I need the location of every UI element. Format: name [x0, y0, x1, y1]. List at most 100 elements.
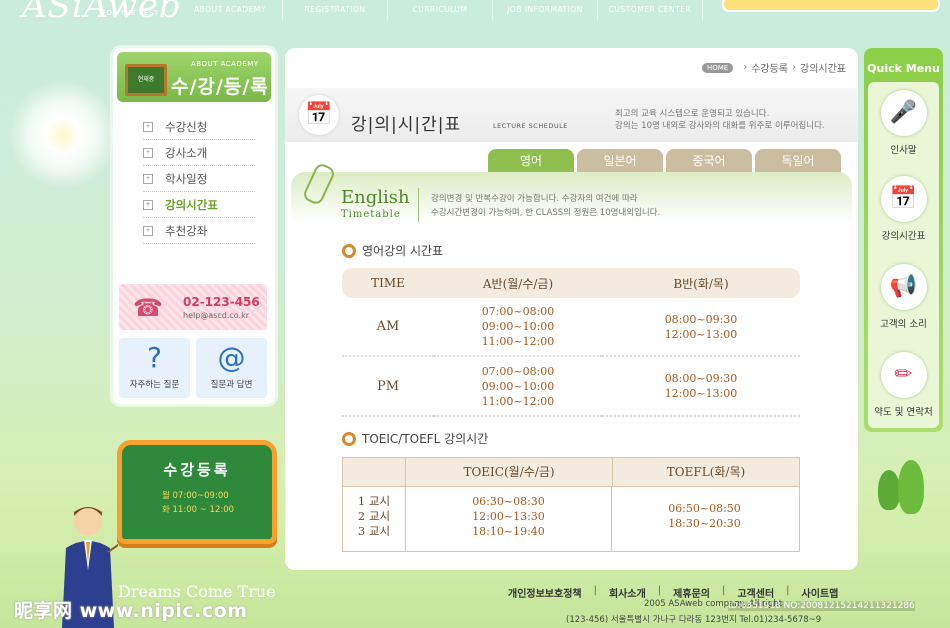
- column-header: TOEFL(화/목): [612, 458, 799, 487]
- tab-japanese[interactable]: 일본어: [577, 149, 663, 173]
- table-cell: 07:00~08:00 09:00~10:00 11:00~12:00: [434, 356, 602, 417]
- quick-item-label: 인사말: [890, 145, 917, 156]
- faq-button[interactable]: ? 자주하는 질문: [119, 338, 190, 398]
- tab-german[interactable]: 독일어: [755, 149, 841, 173]
- logo-tagline: FOR THE BEST: [102, 9, 159, 17]
- sidebar-eng-label: ABOUT ACADEMY: [191, 60, 259, 68]
- calendar-icon: 📅: [880, 176, 927, 222]
- table-header-row: TOEIC(월/수/금) TOEFL(화/목): [343, 458, 799, 487]
- page-subtitle: LECTURE SCHEDULE: [493, 122, 568, 130]
- sidebar-item-course-apply[interactable]: + 수강신청: [143, 114, 255, 140]
- bullet-icon: +: [143, 225, 153, 236]
- address: (123-456) 서울특별시 가나구 다라동 123번지 Tel.01)234…: [566, 615, 822, 625]
- sidebar-item-label: 수강신청: [165, 119, 208, 134]
- quick-item-label: 고객의 소리: [880, 319, 927, 330]
- page-title: 강|의|시|간|표: [351, 115, 462, 135]
- tab-chinese[interactable]: 중국어: [666, 149, 752, 173]
- time-slot: 07:00~08:00: [481, 364, 555, 378]
- schedule2-heading: TOEIC/TOEFL 강의시간: [342, 430, 488, 447]
- contact-email[interactable]: help@ascd.co.kr: [183, 311, 249, 320]
- breadcrumb-home[interactable]: HOME: [701, 62, 734, 73]
- table-row: AM 07:00~08:00 09:00~10:00 11:00~12:00 0…: [342, 298, 800, 357]
- sidebar-item-instructors[interactable]: + 강사소개: [143, 140, 255, 166]
- sidebar-header: 현재중 ABOUT ACADEMY 수/강/등/록: [117, 52, 271, 102]
- phone-number: 02-123-456: [183, 295, 260, 309]
- nav-about-academy[interactable]: ABOUT ACADEMY: [178, 0, 283, 20]
- chalkboard-title: 수강등록: [163, 461, 231, 479]
- note-line: 강의변경 및 반복수강이 가능합니다. 수강자의 여건에 따라: [431, 194, 638, 204]
- time-slot: 11:00~12:00: [481, 335, 555, 348]
- period-label: 3 교시: [357, 524, 391, 538]
- bullet-ring-icon: [342, 431, 356, 446]
- note-line: 수강시간변경이 가능하며, 한 CLASS의 정원은 10명내외입니다.: [431, 208, 661, 218]
- time-slot: 06:30~08:30: [472, 495, 545, 508]
- footer-link-sitemap[interactable]: 사이트맵: [802, 585, 839, 600]
- main-content: HOME › 수강등록 › 강의시간표 📅 강|의|시|간|표 LECTURE …: [285, 48, 858, 570]
- chalkboard: 수강등록 월 07:00~09:00 화 11:00 ~ 12:00: [117, 440, 277, 544]
- section-title: English: [341, 187, 410, 208]
- sidebar-item-label: 추천강좌: [165, 223, 208, 238]
- section-subtitle: Timetable: [341, 209, 401, 220]
- tree-decoration: [898, 460, 924, 514]
- page-desc-line: 최고의 교육 시스템으로 운영되고 있습니다.: [615, 109, 770, 119]
- quick-item-customer-voice[interactable]: 📢 고객의 소리: [868, 264, 939, 330]
- nav-customer-center[interactable]: CUSTOMER CENTER: [598, 0, 703, 20]
- breadcrumb-item[interactable]: 수강등록: [751, 60, 788, 75]
- time-slot: 11:00~12:00: [481, 394, 555, 408]
- watermark: 昵享网 www.nipic.com: [14, 600, 248, 622]
- table-cell: 08:00~09:30 12:00~13:00: [602, 356, 800, 417]
- time-slot: 12:00~13:30: [472, 510, 545, 523]
- sidebar-item-label: 강사소개: [165, 145, 208, 160]
- chalkboard-banner: 수강등록 월 07:00~09:00 화 11:00 ~ 12:00: [117, 440, 277, 546]
- sidebar-item-timetable[interactable]: + 강의시간표: [143, 192, 255, 218]
- footer-links: 개인정보보호정책 | 회사소개 | 제휴문의 | 고객센터 | 사이트맵: [508, 585, 838, 600]
- bullet-icon: +: [143, 173, 153, 184]
- footer-link-privacy[interactable]: 개인정보보호정책: [508, 585, 582, 600]
- sidebar-item-label: 학사일정: [165, 171, 208, 186]
- nav-registration[interactable]: REGISTRATION: [283, 0, 388, 20]
- nav-curriculum[interactable]: CURRICULUM: [388, 0, 493, 20]
- section-note: 강의변경 및 반복수강이 가능합니다. 수강자의 여건에 따라 수강시간변경이 …: [431, 192, 660, 220]
- quick-item-timetable[interactable]: 📅 강의시간표: [868, 176, 939, 242]
- time-slot: 12:00~13:00: [664, 387, 738, 400]
- footer-link-partnership[interactable]: 제휴문의: [673, 585, 710, 600]
- schedule2-title: TOEIC/TOEFL 강의시간: [362, 432, 489, 446]
- nav-job-information[interactable]: JOB INFORMATION: [493, 0, 598, 20]
- at-sign-icon: @: [217, 341, 246, 374]
- table-cell: 07:00~08:00 09:00~10:00 11:00~12:00: [434, 298, 602, 357]
- chalkboard-icon: 현재중: [125, 64, 167, 96]
- page-desc-line: 강의는 10명 내외로 강사와의 대화를 위주로 이루어집니다.: [615, 121, 825, 131]
- time-slot: 09:00~10:00: [481, 320, 555, 333]
- question-mark-icon: ?: [147, 341, 162, 374]
- column-header: B반(화/목): [602, 268, 800, 298]
- quick-item-greeting[interactable]: 🎤 인사말: [868, 90, 939, 156]
- footer-link-support[interactable]: 고객센터: [737, 585, 774, 600]
- table-cell: 06:50~08:50 18:30~20:30: [611, 487, 797, 551]
- schedule1-title: 영어강의 시간표: [362, 244, 444, 258]
- quick-item-map-contact[interactable]: ✏ 약도 및 연락처: [868, 352, 939, 418]
- quick-menu: Quick Menu 🎤 인사말 📅 강의시간표 📢 고객의 소리 ✏ 약도 및…: [864, 48, 943, 432]
- tab-english[interactable]: 영어: [488, 149, 574, 173]
- column-header: TOEIC(월/수/금): [405, 458, 612, 487]
- bullet-ring-icon: [342, 243, 356, 258]
- time-slot: 08:00~09:30: [664, 312, 738, 326]
- quick-menu-list: 🎤 인사말 📅 강의시간표 📢 고객의 소리 ✏ 약도 및 연락처: [868, 82, 939, 428]
- sidebar-item-recommended[interactable]: + 추천강좌: [143, 218, 255, 244]
- time-slot: 12:00~13:00: [664, 327, 738, 341]
- chevron-right-icon: ›: [792, 62, 796, 73]
- faq-label: 자주하는 질문: [129, 380, 180, 390]
- footer-link-about[interactable]: 회사소개: [609, 585, 646, 600]
- sidebar-item-academic-calendar[interactable]: + 학사일정: [143, 166, 255, 192]
- telephone-icon: ☎: [133, 294, 163, 322]
- separator: |: [657, 585, 662, 596]
- tree-decoration: [878, 470, 900, 510]
- separator: |: [721, 585, 726, 596]
- watermark-id: ID:6351918 NO:20081215214211321286: [728, 601, 915, 611]
- search-bar[interactable]: [722, 0, 940, 12]
- qa-button[interactable]: @ 질문과 답변: [196, 338, 267, 398]
- separator: |: [593, 585, 597, 596]
- daisy-decoration: [8, 80, 118, 190]
- table-row: 1 교시 2 교시 3 교시 06:30~08:30 12:00~13:30 1…: [343, 487, 799, 551]
- quick-menu-title: Quick Menu: [867, 62, 940, 75]
- page-description: 최고의 교육 시스템으로 운영되고 있습니다. 강의는 10명 내외로 강사와의…: [615, 108, 825, 132]
